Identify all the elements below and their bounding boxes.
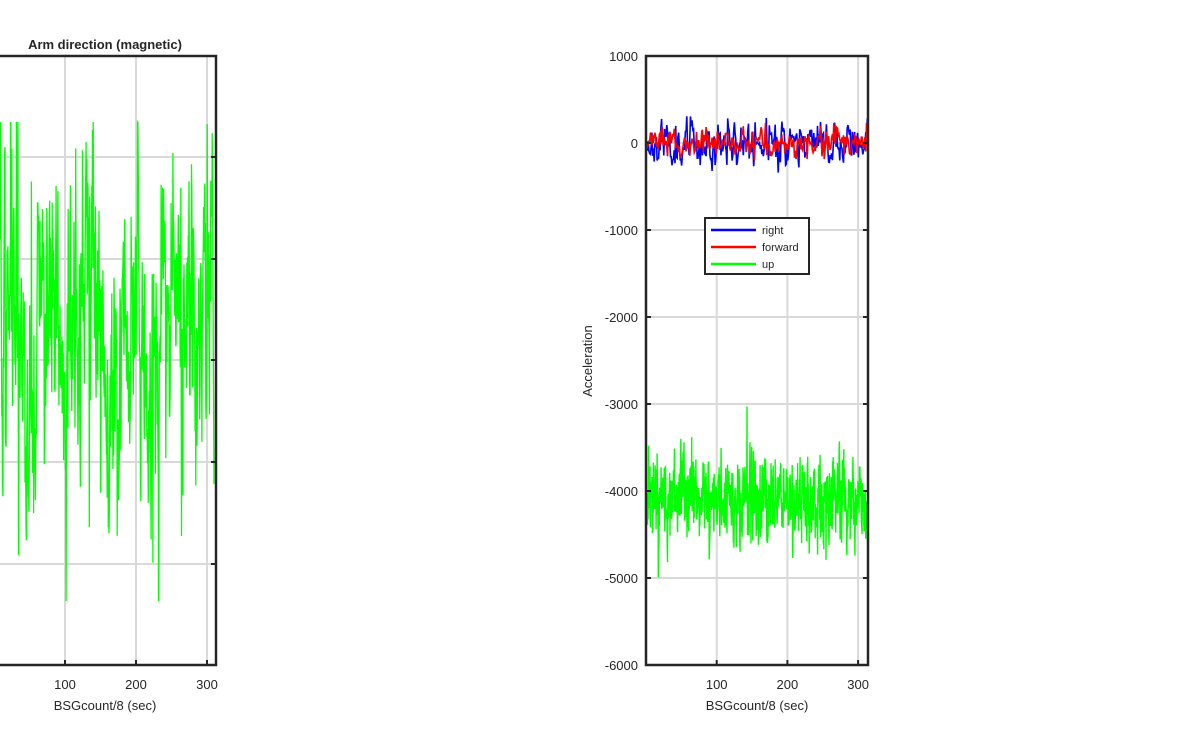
left-chart: Arm direction (magnetic) 100 200 300 BSGco… [0, 37, 218, 713]
right-chart: 1000 0 -1000 -2000 -3000 -4000 -5000 -6000 100 2… [580, 49, 870, 713]
left-x-tick-label: 300 [196, 677, 218, 692]
right-y-tick-label: -6000 [605, 658, 638, 673]
right-x-tick-label: 300 [847, 677, 869, 692]
right-chart-ylabel: Acceleration [580, 325, 595, 397]
legend: right forward up [704, 217, 810, 275]
right-x-tick-label: 200 [777, 677, 799, 692]
right-y-tick-label: -3000 [605, 397, 638, 412]
left-x-tick-label: 200 [125, 677, 147, 692]
figure-canvas: Arm direction (magnetic) 100 200 300 BSGco… [0, 37, 870, 713]
right-y-tick-label: 1000 [609, 49, 638, 64]
legend-label-right: right [762, 225, 783, 237]
right-y-tick-label: -2000 [605, 310, 638, 325]
right-x-tick-label: 100 [706, 677, 728, 692]
right-chart-xlabel: BSGcount/8 (sec) [706, 698, 809, 713]
legend-label-up: up [762, 259, 774, 271]
left-chart-title: Arm direction (magnetic) [28, 37, 182, 52]
left-chart-series [0, 119, 215, 602]
left-x-tick-label: 100 [54, 677, 76, 692]
right-y-tick-label: -4000 [605, 484, 638, 499]
right-chart-series [646, 116, 868, 578]
series-line-up [646, 406, 868, 578]
left-series-line [0, 119, 215, 602]
right-y-tick-label: -1000 [605, 223, 638, 238]
legend-label-forward: forward [762, 242, 799, 254]
series-line-right [646, 116, 868, 173]
left-chart-xlabel: BSGcount/8 (sec) [54, 698, 157, 713]
right-y-tick-label: 0 [631, 136, 638, 151]
right-y-tick-label: -5000 [605, 571, 638, 586]
